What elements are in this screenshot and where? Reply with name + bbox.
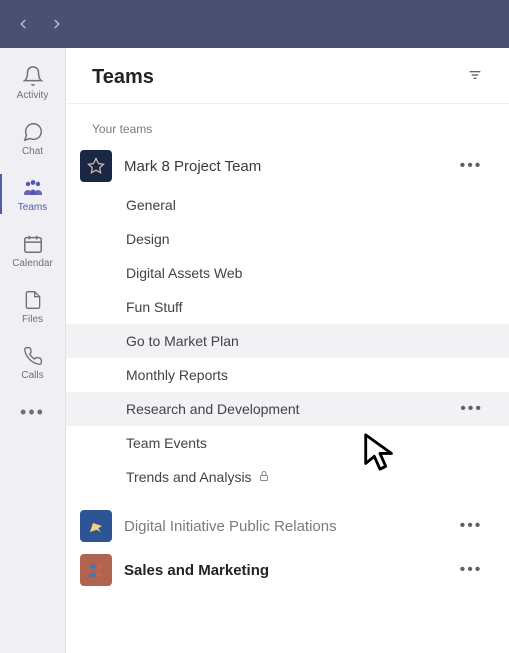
channel-item[interactable]: Design — [66, 222, 509, 256]
teams-header: Teams — [66, 48, 509, 104]
left-rail: Activity Chat Teams Calendar Files — [0, 48, 66, 653]
lock-icon — [258, 469, 270, 485]
section-label: Your teams — [66, 104, 509, 144]
rail-calendar[interactable]: Calendar — [0, 222, 66, 278]
channel-name: Monthly Reports — [126, 367, 228, 383]
channel-item[interactable]: Digital Assets Web — [66, 256, 509, 290]
channel-item[interactable]: General — [66, 188, 509, 222]
channel-name: Go to Market Plan — [126, 333, 239, 349]
team-avatar — [80, 510, 112, 542]
phone-icon — [21, 344, 45, 368]
rail-label: Teams — [18, 202, 47, 213]
channel-name: Trends and Analysis — [126, 469, 252, 485]
rail-calls[interactable]: Calls — [0, 334, 66, 390]
channel-item[interactable]: Go to Market Plan — [66, 324, 509, 358]
channel-item[interactable]: Research and Development ••• — [66, 392, 509, 426]
team-name: Digital Initiative Public Relations — [124, 518, 447, 535]
channel-name: Research and Development — [126, 401, 300, 417]
bell-icon — [21, 64, 45, 88]
channel-item[interactable]: Team Events — [66, 426, 509, 460]
nav-forward-button[interactable] — [44, 11, 70, 37]
people-icon — [21, 176, 45, 200]
channel-item[interactable]: Fun Stuff — [66, 290, 509, 324]
calendar-icon — [21, 232, 45, 256]
chat-icon — [21, 120, 45, 144]
team-more-button[interactable]: ••• — [459, 561, 483, 579]
channel-name: Design — [126, 231, 170, 247]
rail-more-button[interactable]: ••• — [0, 390, 66, 434]
team-avatar — [80, 150, 112, 182]
file-icon — [21, 288, 45, 312]
rail-label: Calendar — [12, 258, 53, 269]
team-name: Mark 8 Project Team — [124, 158, 447, 175]
titlebar — [0, 0, 509, 48]
rail-label: Chat — [22, 146, 43, 157]
rail-files[interactable]: Files — [0, 278, 66, 334]
rail-label: Activity — [17, 90, 49, 101]
page-title: Teams — [92, 66, 154, 89]
team-name: Sales and Marketing — [124, 562, 447, 579]
team-more-button[interactable]: ••• — [459, 157, 483, 175]
team-avatar — [80, 554, 112, 586]
rail-label: Files — [22, 314, 43, 325]
channel-name: Team Events — [126, 435, 207, 451]
rail-activity[interactable]: Activity — [0, 54, 66, 110]
channel-item[interactable]: Trends and Analysis — [66, 460, 509, 494]
channel-more-button[interactable]: ••• — [460, 400, 483, 418]
channel-item[interactable]: Monthly Reports — [66, 358, 509, 392]
rail-teams[interactable]: Teams — [0, 166, 66, 222]
filter-icon[interactable] — [467, 67, 483, 88]
main-panel: Teams Your teams Mark 8 Project Team •••… — [66, 48, 509, 653]
team-more-button[interactable]: ••• — [459, 517, 483, 535]
rail-label: Calls — [21, 370, 43, 381]
channel-name: Digital Assets Web — [126, 265, 242, 281]
rail-chat[interactable]: Chat — [0, 110, 66, 166]
team-row[interactable]: Mark 8 Project Team ••• — [66, 144, 509, 188]
team-row[interactable]: Sales and Marketing ••• — [66, 548, 509, 592]
channel-name: Fun Stuff — [126, 299, 183, 315]
team-row[interactable]: Digital Initiative Public Relations ••• — [66, 504, 509, 548]
channel-name: General — [126, 197, 176, 213]
nav-back-button[interactable] — [10, 11, 36, 37]
